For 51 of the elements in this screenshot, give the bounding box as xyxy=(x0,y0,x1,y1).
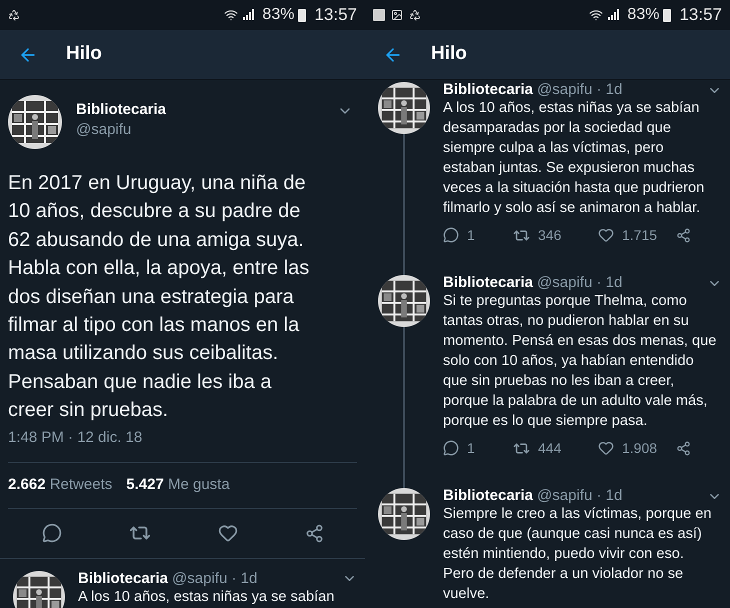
author-name: Bibliotecaria xyxy=(443,487,534,505)
speech-bubble-icon xyxy=(443,440,459,456)
author-handle: @sapifu · 1d xyxy=(172,570,258,588)
image-icon xyxy=(391,9,403,21)
author-name: Bibliotecaria xyxy=(78,570,168,588)
share-button[interactable] xyxy=(304,524,324,543)
reply-button[interactable]: 1 xyxy=(443,436,513,460)
retweet-count[interactable]: 2.662 Retweets xyxy=(8,474,112,496)
tweet-text: Siempre le creo a las víctimas, porque en caso de que (aunque casi nunca es así) estén mintiendo, puedo vivir con eso. Pero de defender a un violador no se vuelve. xyxy=(443,505,712,604)
like-button[interactable] xyxy=(218,523,238,544)
author-name: Bibliotecaria xyxy=(443,81,534,99)
heart-icon xyxy=(598,440,614,456)
heart-icon xyxy=(218,523,238,544)
battery-icon xyxy=(663,8,672,22)
share-icon xyxy=(676,440,691,456)
clock-time: 13:57 xyxy=(679,4,722,26)
retweet-button[interactable]: 346 xyxy=(513,223,598,247)
battery-icon xyxy=(298,8,306,22)
retweet-button[interactable]: 444 xyxy=(513,436,598,460)
speech-bubble-icon xyxy=(443,227,459,243)
author-name: Bibliotecaria xyxy=(76,101,166,119)
tweet-text: Si te preguntas porque Thelma, como tantas otras, no pudieron hablar en su momento. Pensá en esas dos menas, que solo con 10 años, ya habían entendido que sin pruebas no les iban a creer, porque la palabra de un adulto vale más, porque es lo que siempre pasa. xyxy=(443,292,718,431)
share-icon xyxy=(676,228,691,242)
author-name: Bibliotecaria xyxy=(443,274,534,292)
header-title: Hilo xyxy=(66,42,102,66)
tweet-timestamp: 1:48 PM · 12 dic. 18 xyxy=(8,428,144,447)
battery-percent: 83% xyxy=(627,5,660,25)
header-title: Hilo xyxy=(431,42,467,66)
like-button[interactable]: 1.715 xyxy=(598,223,676,247)
recycle-icon xyxy=(409,9,421,21)
like-button[interactable]: 1.908 xyxy=(598,436,676,460)
tweet-text: En 2017 en Uruguay, una niña de 10 años, descubre a su padre de 62 abusando de una amiga suya. Habla con ella, la apoya, entre las dos diseñan una estrategia para filmar al tipo con las manos en la masa utilizando sus ceibalitas. Pensaban que nadie les iba a creer sin pruebas. xyxy=(8,171,310,424)
wifi-icon xyxy=(224,8,238,22)
like-count[interactable]: 5.427 Me gusta xyxy=(126,474,230,496)
reply-button[interactable] xyxy=(42,523,62,544)
heart-icon xyxy=(598,227,614,243)
tweet-text: A los 10 años, estas niñas ya se sabían xyxy=(78,588,336,607)
author-handle: @sapifu · 1d xyxy=(537,274,622,292)
share-icon xyxy=(304,524,324,543)
reply-button[interactable]: 1 xyxy=(443,223,513,247)
author-handle: @sapifu · 1d xyxy=(537,487,622,505)
signal-icon xyxy=(607,9,620,21)
speech-bubble-icon xyxy=(42,523,62,544)
clock-time: 13:57 xyxy=(314,4,357,26)
battery-percent: 83% xyxy=(262,5,294,25)
wifi-icon xyxy=(589,8,604,22)
author-handle: @sapifu · 1d xyxy=(537,81,622,99)
author-handle: @sapifu xyxy=(76,121,132,139)
signal-icon xyxy=(242,9,254,21)
recycle-icon xyxy=(8,9,20,21)
tweet-text: A los 10 años, estas niñas ya se sabían desamparadas por la sociedad que siempre culpa a las víctimas, pero estaban juntas. Se expusieron muchas veces a la situación hasta que pudrieron filmarlo y solo así se animaron a hablar. xyxy=(443,99,706,218)
